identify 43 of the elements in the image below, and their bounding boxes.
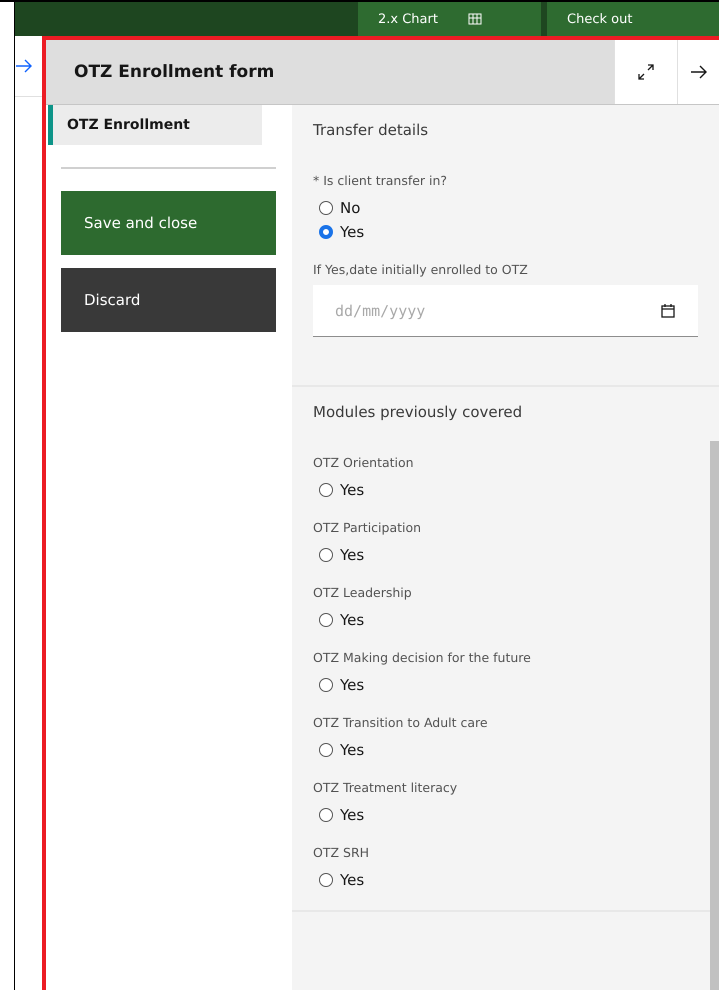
radio-icon[interactable] bbox=[319, 548, 333, 562]
panel-title: OTZ Enrollment form bbox=[73, 62, 276, 82]
radio-option[interactable]: No bbox=[319, 196, 698, 220]
section-title: Transfer details bbox=[313, 121, 430, 139]
field-label: * Is client transfer in? bbox=[313, 173, 448, 188]
radio-option[interactable]: Yes bbox=[319, 543, 698, 567]
radio-icon[interactable] bbox=[319, 201, 333, 215]
field-label: OTZ SRH bbox=[313, 845, 370, 860]
field-label: OTZ Transition to Adult care bbox=[313, 715, 489, 730]
grid-icon bbox=[468, 13, 482, 25]
expand-icon bbox=[637, 63, 655, 81]
radio-option[interactable]: Yes bbox=[319, 608, 698, 632]
form-tab[interactable]: OTZ Enrollment bbox=[48, 105, 262, 145]
discard-button[interactable]: Discard bbox=[61, 268, 276, 332]
radio-option[interactable]: Yes bbox=[319, 803, 698, 827]
field-label: OTZ Participation bbox=[313, 520, 422, 535]
field-label: If Yes,date initially enrolled to OTZ bbox=[313, 262, 529, 277]
field-label: OTZ Treatment literacy bbox=[313, 780, 458, 795]
arrow-right-icon bbox=[15, 59, 33, 73]
section-title: Modules previously covered bbox=[313, 403, 524, 421]
close-panel-button[interactable] bbox=[677, 40, 719, 104]
radio-icon[interactable] bbox=[319, 225, 333, 239]
radio-icon[interactable] bbox=[319, 743, 333, 757]
calendar-icon bbox=[660, 303, 676, 319]
radio-icon[interactable] bbox=[319, 483, 333, 497]
date-field[interactable]: dd/mm/yyyy bbox=[313, 285, 698, 337]
radio-icon[interactable] bbox=[319, 613, 333, 627]
field-label: OTZ Making decision for the future bbox=[313, 650, 532, 665]
toolbar-button[interactable]: 2.x Chart bbox=[358, 2, 541, 36]
save-button[interactable]: Save and close bbox=[61, 191, 276, 255]
radio-option[interactable]: Yes bbox=[319, 868, 698, 892]
radio-icon[interactable] bbox=[319, 808, 333, 822]
arrow-right-icon bbox=[690, 65, 708, 79]
radio-option[interactable]: Yes bbox=[319, 738, 698, 762]
radio-option[interactable]: Yes bbox=[319, 478, 698, 502]
field-label: OTZ Orientation bbox=[313, 455, 415, 470]
toolbar-button[interactable]: Check out bbox=[547, 2, 719, 36]
radio-option[interactable]: Yes bbox=[319, 220, 698, 244]
field-label: OTZ Leadership bbox=[313, 585, 413, 600]
scrollbar[interactable] bbox=[710, 441, 719, 990]
radio-icon[interactable] bbox=[319, 873, 333, 887]
radio-option[interactable]: Yes bbox=[319, 673, 698, 697]
radio-icon[interactable] bbox=[319, 678, 333, 692]
